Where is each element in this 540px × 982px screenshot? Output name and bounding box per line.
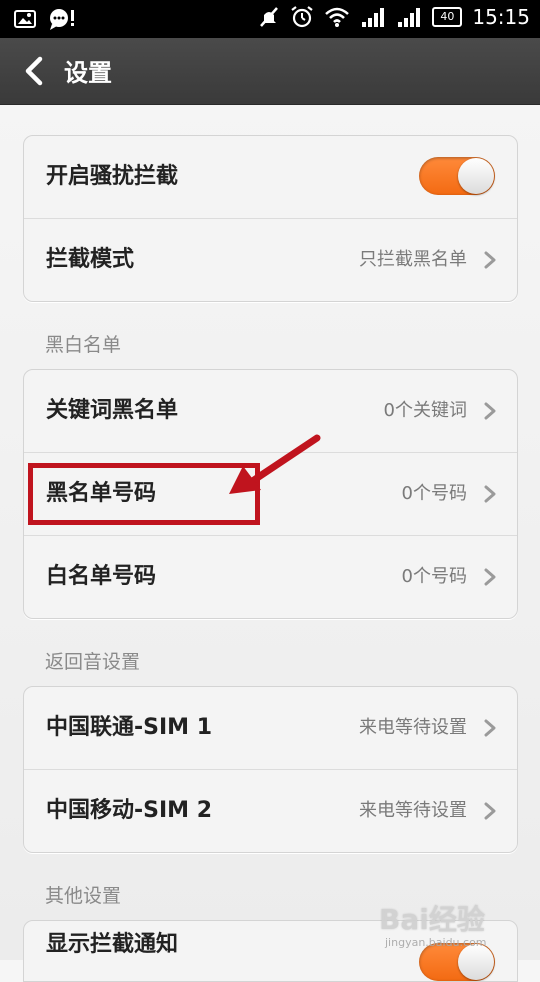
sim1-label: 中国联通-SIM 1 [46, 715, 213, 740]
section-title-lists: 黑白名单 [45, 334, 122, 356]
interception-toggle[interactable] [419, 157, 495, 195]
keyword-blacklist-label: 关键词黑名单 [46, 398, 179, 423]
chevron-left-icon [25, 56, 43, 86]
signal-sim2-icon [398, 8, 421, 27]
section-title-busy-tone: 返回音设置 [45, 651, 141, 673]
watermark-url: jingyan.baidu.com [385, 936, 487, 949]
interception-toggle-row[interactable]: 开启骚扰拦截 [24, 136, 517, 219]
interception-mode-value: 只拦截黑名单 [359, 249, 467, 270]
back-button[interactable] [14, 52, 54, 90]
baidu-watermark: Bai经验 jingyan.baidu.com [379, 898, 524, 954]
title-bar: 设置 [0, 38, 540, 105]
gallery-icon [14, 10, 36, 28]
page-title: 设置 [64, 59, 112, 87]
status-time: 15:15 [472, 5, 530, 29]
wifi-icon [325, 7, 350, 27]
battery-icon: 40 [432, 7, 463, 27]
toggle-knob [458, 158, 494, 194]
whitelist-numbers-row[interactable]: 白名单号码 0个号码 [24, 536, 517, 618]
status-left-icons [14, 7, 76, 31]
sim2-label: 中国移动-SIM 2 [46, 798, 213, 823]
status-right-icons: 40 15:15 [258, 5, 530, 29]
chevron-right-icon [484, 802, 496, 820]
alarm-icon [291, 6, 314, 28]
interception-card: 开启骚扰拦截 拦截模式 只拦截黑名单 [23, 135, 518, 302]
sim1-row[interactable]: 中国联通-SIM 1 来电等待设置 [24, 687, 517, 770]
mute-icon [260, 7, 279, 27]
chevron-right-icon [484, 251, 496, 269]
whitelist-numbers-label: 白名单号码 [46, 564, 157, 589]
blacklist-numbers-value: 0个号码 [401, 483, 467, 504]
whitelist-numbers-value: 0个号码 [401, 566, 467, 587]
chevron-right-icon [484, 568, 496, 586]
interception-mode-row[interactable]: 拦截模式 只拦截黑名单 [24, 219, 517, 301]
interception-toggle-label: 开启骚扰拦截 [46, 164, 179, 189]
sim1-value: 来电等待设置 [359, 717, 467, 738]
keyword-blacklist-value: 0个关键词 [383, 400, 467, 421]
message-alert-icon [50, 9, 74, 30]
interception-mode-label: 拦截模式 [46, 247, 135, 272]
annotation-arrow-icon [229, 434, 321, 494]
chevron-right-icon [484, 402, 496, 420]
signal-sim1-icon [362, 8, 385, 27]
sim2-value: 来电等待设置 [359, 800, 467, 821]
chevron-right-icon [484, 485, 496, 503]
busy-tone-card: 中国联通-SIM 1 来电等待设置 中国移动-SIM 2 来电等待设置 [23, 686, 518, 853]
section-title-other: 其他设置 [45, 885, 122, 907]
show-notification-label: 显示拦截通知 [46, 932, 179, 957]
sim2-row[interactable]: 中国移动-SIM 2 来电等待设置 [24, 770, 517, 852]
status-bar: 40 15:15 [0, 0, 540, 38]
watermark-logo: Bai经验 [379, 903, 485, 936]
chevron-right-icon [484, 719, 496, 737]
